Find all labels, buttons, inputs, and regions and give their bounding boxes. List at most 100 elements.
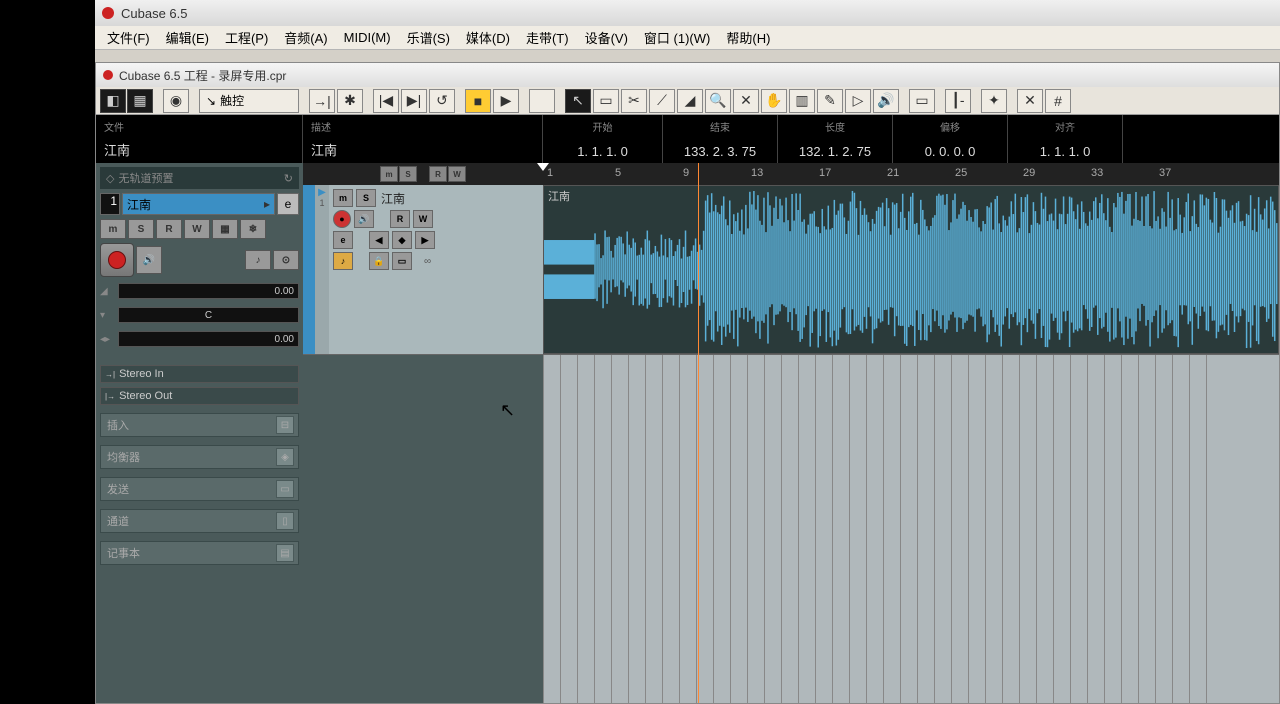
track-config[interactable]: ◆ bbox=[392, 231, 412, 249]
menu-project[interactable]: 工程(P) bbox=[217, 26, 276, 49]
empty-grid[interactable] bbox=[543, 355, 1279, 703]
track-row[interactable]: ▶ 1 m S 江南 ● 🔊 R bbox=[303, 185, 543, 355]
close-btn[interactable]: ✕ bbox=[1017, 89, 1043, 113]
track-edit[interactable]: e bbox=[333, 231, 353, 249]
write-btn[interactable]: W bbox=[184, 219, 210, 239]
global-mute[interactable]: m bbox=[380, 166, 398, 182]
menu-midi[interactable]: MIDI(M) bbox=[336, 28, 399, 47]
track-number[interactable]: 1 bbox=[100, 193, 120, 215]
track-next[interactable]: ▶ bbox=[415, 231, 435, 249]
menu-device[interactable]: 设备(V) bbox=[577, 26, 636, 49]
lock-btn[interactable]: ⊙ bbox=[273, 250, 299, 270]
record-btn[interactable] bbox=[529, 89, 555, 113]
audio-clip[interactable]: 江南 bbox=[543, 185, 1279, 354]
start-value[interactable]: 1. 1. 1. 0 bbox=[577, 144, 628, 159]
track-timebase[interactable]: ♪ bbox=[333, 252, 353, 270]
global-solo[interactable]: S bbox=[399, 166, 417, 182]
track-read[interactable]: R bbox=[390, 210, 410, 228]
automation-mode-field[interactable]: ↘触控 bbox=[199, 89, 299, 113]
nudge-btn[interactable]: ┃- bbox=[945, 89, 971, 113]
refresh-icon[interactable]: ↻ bbox=[284, 172, 293, 185]
eq-section[interactable]: 均衡器◈ bbox=[100, 445, 299, 469]
grid-btn[interactable]: # bbox=[1045, 89, 1071, 113]
mute-btn[interactable]: m bbox=[100, 219, 126, 239]
zoom-tool[interactable]: 🔍 bbox=[705, 89, 731, 113]
track-name-label[interactable]: 江南 bbox=[381, 190, 405, 207]
read-btn[interactable]: R bbox=[156, 219, 182, 239]
cycle-btn[interactable]: ↺ bbox=[429, 89, 455, 113]
arrow-tool[interactable]: ↖ bbox=[565, 89, 591, 113]
track-record-enable[interactable]: ● bbox=[333, 210, 351, 228]
track-lanes[interactable]: ▭ bbox=[392, 252, 412, 270]
mute-tool[interactable]: ✕ bbox=[733, 89, 759, 113]
snap-value[interactable]: 1. 1. 1. 0 bbox=[1040, 144, 1091, 159]
goto-start-btn[interactable]: |◀ bbox=[373, 89, 399, 113]
constrain-btn[interactable]: ◧ bbox=[100, 89, 126, 113]
output-routing[interactable]: |→ Stereo Out bbox=[100, 387, 299, 405]
draw-tool[interactable]: ▥ bbox=[789, 89, 815, 113]
goto-end-btn[interactable]: ▶| bbox=[401, 89, 427, 113]
menu-edit[interactable]: 编辑(E) bbox=[158, 26, 217, 49]
track-lock[interactable]: 🔒 bbox=[369, 252, 389, 270]
autoscroll-btn[interactable]: →| bbox=[309, 89, 335, 113]
inserts-section[interactable]: 插入⊟ bbox=[100, 413, 299, 437]
track-side-strip: ▶ 1 bbox=[315, 185, 329, 354]
play-tool[interactable]: ▷ bbox=[845, 89, 871, 113]
track-write[interactable]: W bbox=[413, 210, 433, 228]
split-tool[interactable]: ✂ bbox=[621, 89, 647, 113]
monitor-btn[interactable]: 🔊 bbox=[136, 246, 162, 274]
line-tool[interactable]: ✎ bbox=[817, 89, 843, 113]
timewarp-tool[interactable]: ✋ bbox=[761, 89, 787, 113]
menu-audio[interactable]: 音频(A) bbox=[276, 26, 335, 49]
volume-slider[interactable]: 0.00 bbox=[118, 283, 299, 299]
scrub-tool[interactable]: 🔊 bbox=[873, 89, 899, 113]
global-read[interactable]: R bbox=[429, 166, 447, 182]
menu-media[interactable]: 媒体(D) bbox=[458, 26, 518, 49]
glue-tool[interactable]: ⟋ bbox=[649, 89, 675, 113]
freeze-btn[interactable]: ❄ bbox=[240, 219, 266, 239]
channel-section[interactable]: 通道▯ bbox=[100, 509, 299, 533]
edit-channel-btn[interactable]: e bbox=[277, 193, 299, 215]
lane-btn[interactable]: ▦ bbox=[212, 219, 238, 239]
offset-value[interactable]: 0. 0. 0. 0 bbox=[925, 144, 976, 159]
menu-help[interactable]: 帮助(H) bbox=[718, 26, 778, 49]
track-solo[interactable]: S bbox=[356, 189, 376, 207]
solo-btn[interactable]: S bbox=[128, 219, 154, 239]
menu-window[interactable]: 窗口 (1)(W) bbox=[636, 26, 718, 49]
snap-btn[interactable]: ✦ bbox=[981, 89, 1007, 113]
toolbar: ◧ ▦ ◉ ↘触控 →| ✱ |◀ ▶| ↺ ■ ▶ ↖ ▭ ✂ ⟋ bbox=[96, 87, 1279, 115]
track-mute[interactable]: m bbox=[333, 189, 353, 207]
play-btn[interactable]: ▶ bbox=[493, 89, 519, 113]
length-value[interactable]: 132. 1. 2. 75 bbox=[799, 144, 871, 159]
preset-header[interactable]: ◇ 无轨道预置 ↻ bbox=[100, 167, 299, 189]
delay-slider[interactable]: 0.00 bbox=[118, 331, 299, 347]
play-indicator-icon: ▶ bbox=[318, 187, 326, 198]
record-enable-btn[interactable] bbox=[100, 243, 134, 277]
timebase-btn[interactable]: ♪ bbox=[245, 250, 271, 270]
pan-slider[interactable]: C bbox=[118, 307, 299, 323]
range-tool[interactable]: ▭ bbox=[593, 89, 619, 113]
track-prev[interactable]: ◀ bbox=[369, 231, 389, 249]
dropdown-icon: ▸ bbox=[264, 197, 270, 211]
track-monitor[interactable]: 🔊 bbox=[354, 210, 374, 228]
sends-section[interactable]: 发送▭ bbox=[100, 477, 299, 501]
menu-file[interactable]: 文件(F) bbox=[99, 26, 158, 49]
erase-tool[interactable]: ◢ bbox=[677, 89, 703, 113]
notepad-section[interactable]: 记事本▤ bbox=[100, 541, 299, 565]
color-tool[interactable]: ▭ bbox=[909, 89, 935, 113]
menu-transport[interactable]: 走带(T) bbox=[518, 26, 577, 49]
layout-btn[interactable]: ▦ bbox=[127, 89, 153, 113]
clip-lane[interactable]: 江南 bbox=[543, 185, 1279, 355]
input-routing[interactable]: →| Stereo In bbox=[100, 365, 299, 383]
volume-icon: ◢ bbox=[100, 286, 114, 297]
stop-btn[interactable]: ■ bbox=[465, 89, 491, 113]
automation-panel-btn[interactable]: ◉ bbox=[163, 89, 189, 113]
timeline-ruler[interactable]: 15913172125293337 bbox=[543, 163, 1279, 185]
track-name-field[interactable]: 江南 ▸ bbox=[122, 193, 275, 215]
global-write[interactable]: W bbox=[448, 166, 466, 182]
snap-type-btn[interactable]: ✱ bbox=[337, 89, 363, 113]
menu-score[interactable]: 乐谱(S) bbox=[399, 26, 458, 49]
end-value[interactable]: 133. 2. 3. 75 bbox=[684, 144, 756, 159]
track-list-header: m S R W bbox=[303, 163, 543, 185]
file-label: 文件 bbox=[104, 119, 294, 134]
